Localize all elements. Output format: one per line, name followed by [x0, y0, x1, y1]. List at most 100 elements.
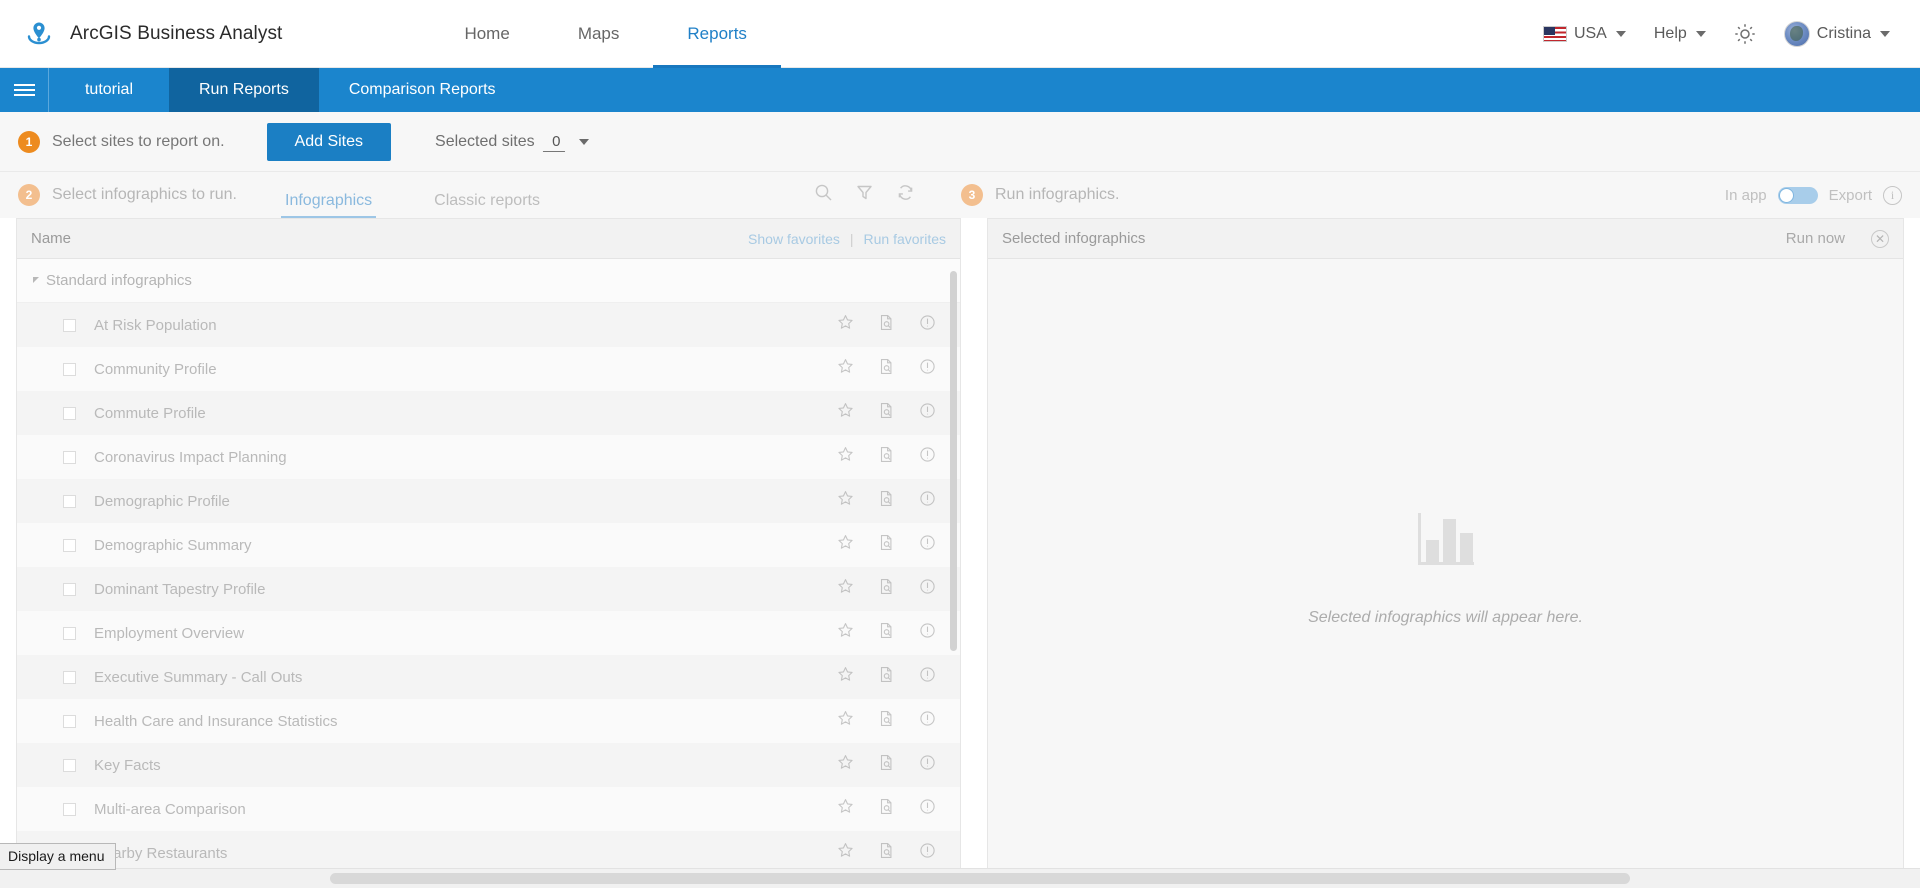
infographic-checkbox[interactable] [63, 362, 76, 376]
star-icon[interactable] [837, 710, 854, 732]
infographic-row[interactable]: Executive Summary - Call Outs [17, 655, 960, 699]
show-favorites-link[interactable]: Show favorites [748, 231, 840, 247]
info-icon[interactable] [919, 490, 936, 512]
add-sites-button[interactable]: Add Sites [266, 122, 392, 161]
infographic-row[interactable]: Commute Profile [17, 391, 960, 435]
chevron-down-icon [1615, 31, 1626, 37]
star-icon[interactable] [837, 842, 854, 864]
info-icon[interactable] [919, 622, 936, 644]
hamburger-menu-icon[interactable] [0, 68, 49, 112]
info-icon[interactable] [919, 798, 936, 820]
infographic-checkbox[interactable] [63, 318, 76, 332]
preview-document-icon[interactable] [878, 754, 895, 776]
infographic-checkbox[interactable] [63, 802, 76, 816]
group-label: Standard infographics [46, 272, 192, 289]
infographic-row-actions [837, 710, 936, 732]
preview-document-icon[interactable] [878, 622, 895, 644]
preview-document-icon[interactable] [878, 446, 895, 468]
preview-document-icon[interactable] [878, 402, 895, 424]
infographic-checkbox[interactable] [63, 626, 76, 640]
info-icon[interactable] [919, 402, 936, 424]
info-icon[interactable]: i [1883, 185, 1902, 205]
app-tab-tutorial[interactable]: tutorial [49, 68, 169, 112]
horizontal-scrollbar[interactable] [330, 873, 1630, 884]
star-icon[interactable] [837, 622, 854, 644]
step-1-badge: 1 [18, 130, 40, 153]
star-icon[interactable] [837, 490, 854, 512]
infographic-checkbox[interactable] [63, 450, 76, 464]
infographic-checkbox[interactable] [63, 714, 76, 728]
infographic-row[interactable]: Multi-area Comparison [17, 787, 960, 831]
selected-sites-control[interactable]: Selected sites 0 [435, 131, 589, 152]
nav-tab-reports[interactable]: Reports [653, 0, 781, 68]
infographic-checkbox[interactable] [63, 538, 76, 552]
infographic-row[interactable]: Demographic Profile [17, 479, 960, 523]
infographic-row[interactable]: Health Care and Insurance Statistics [17, 699, 960, 743]
infographic-row[interactable]: Demographic Summary [17, 523, 960, 567]
info-icon[interactable] [919, 446, 936, 468]
top-header: ArcGIS Business Analyst Home Maps Report… [0, 0, 1920, 68]
refresh-icon[interactable] [896, 183, 915, 207]
preview-document-icon[interactable] [878, 798, 895, 820]
info-icon[interactable] [919, 842, 936, 864]
preview-document-icon[interactable] [878, 710, 895, 732]
run-now-button[interactable]: Run now [1786, 230, 1845, 247]
infographic-checkbox[interactable] [63, 582, 76, 596]
star-icon[interactable] [837, 798, 854, 820]
star-icon[interactable] [837, 402, 854, 424]
chevron-down-icon [578, 138, 589, 145]
infographic-row[interactable]: Dominant Tapestry Profile [17, 567, 960, 611]
star-icon[interactable] [837, 666, 854, 688]
preview-document-icon[interactable] [878, 314, 895, 336]
star-icon[interactable] [837, 314, 854, 336]
info-icon[interactable] [919, 666, 936, 688]
preview-document-icon[interactable] [878, 578, 895, 600]
app-tab-comparison-reports[interactable]: Comparison Reports [319, 68, 526, 112]
info-icon[interactable] [919, 578, 936, 600]
info-icon[interactable] [919, 358, 936, 380]
preview-document-icon[interactable] [878, 534, 895, 556]
infographic-row[interactable]: At Risk Population [17, 303, 960, 347]
infographic-row-actions [837, 754, 936, 776]
close-circle-icon[interactable]: ✕ [1871, 229, 1889, 248]
settings-button[interactable] [1722, 21, 1768, 47]
vertical-scrollbar-thumb[interactable] [950, 271, 957, 651]
infographic-row[interactable]: Key Facts [17, 743, 960, 787]
info-icon[interactable] [919, 534, 936, 556]
in-app-label: In app [1724, 186, 1767, 204]
filter-icon[interactable] [855, 183, 874, 207]
preview-document-icon[interactable] [878, 842, 895, 864]
star-icon[interactable] [837, 578, 854, 600]
infographic-row[interactable]: Coronavirus Impact Planning [17, 435, 960, 479]
infographic-row[interactable]: Community Profile [17, 347, 960, 391]
star-icon[interactable] [837, 358, 854, 380]
group-row-standard-infographics[interactable]: Standard infographics [17, 259, 960, 303]
nav-tab-maps[interactable]: Maps [544, 0, 654, 68]
nav-tab-home[interactable]: Home [430, 0, 543, 68]
preview-document-icon[interactable] [878, 490, 895, 512]
help-menu[interactable]: Help [1642, 25, 1718, 43]
app-tab-run-reports[interactable]: Run Reports [169, 68, 319, 112]
region-selector[interactable]: USA [1531, 25, 1638, 43]
in-app-export-toggle[interactable] [1777, 186, 1818, 204]
info-icon[interactable] [919, 754, 936, 776]
star-icon[interactable] [837, 754, 854, 776]
star-icon[interactable] [837, 446, 854, 468]
run-favorites-link[interactable]: Run favorites [864, 231, 946, 247]
tab-infographics[interactable]: Infographics [281, 192, 377, 218]
infographic-checkbox[interactable] [63, 406, 76, 420]
preview-document-icon[interactable] [878, 666, 895, 688]
star-icon[interactable] [837, 534, 854, 556]
infographic-checkbox[interactable] [63, 670, 76, 684]
preview-document-icon[interactable] [878, 358, 895, 380]
infographic-checkbox[interactable] [63, 494, 76, 508]
infographic-checkbox[interactable] [63, 758, 76, 772]
tab-classic-reports[interactable]: Classic reports [430, 192, 544, 218]
user-menu[interactable]: Cristina [1772, 21, 1902, 47]
info-icon[interactable] [919, 314, 936, 336]
infographics-scroll-area[interactable]: Standard infographics At Risk Population… [17, 259, 960, 874]
info-icon[interactable] [919, 710, 936, 732]
search-icon[interactable] [814, 183, 833, 207]
selected-infographics-panel: Selected infographics Run now ✕ Selected… [987, 218, 1904, 875]
infographic-row[interactable]: Employment Overview [17, 611, 960, 655]
